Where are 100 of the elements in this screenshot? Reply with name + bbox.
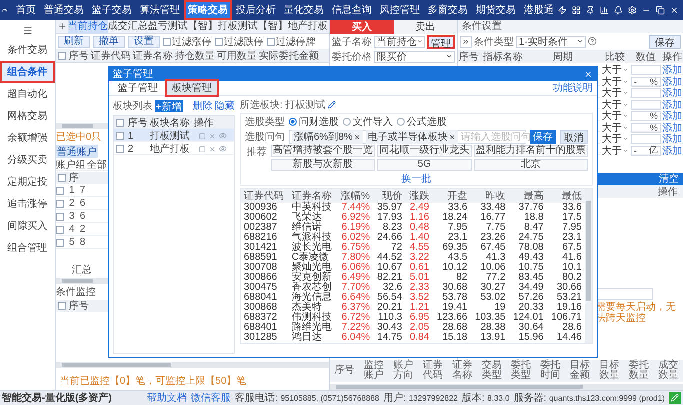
sidebar-item[interactable]: 定期定投	[0, 171, 55, 193]
add-link[interactable]: 添加	[662, 98, 683, 112]
query-tag[interactable]: 涨幅6%到8%	[292, 130, 363, 144]
radio-button[interactable]	[397, 118, 405, 126]
add-link[interactable]: 添加	[662, 109, 683, 123]
sidebar-item[interactable]: 组合管理	[0, 237, 55, 259]
cross-icon[interactable]	[209, 146, 216, 152]
tab[interactable]: 【智】打板测试	[188, 20, 258, 34]
pin-icon[interactable]	[586, 6, 595, 14]
add-link[interactable]: 添加	[662, 74, 683, 88]
sidebar-item[interactable]: 分级买卖	[0, 149, 55, 171]
save-button[interactable]: 保存	[649, 34, 681, 48]
value-field[interactable]: %	[631, 122, 661, 132]
nav-tab[interactable]: 首页	[12, 0, 40, 20]
lightning-icon[interactable]	[558, 6, 567, 14]
add-link[interactable]: 添加	[662, 144, 683, 158]
checkbox[interactable]	[116, 145, 124, 153]
compare-select[interactable]: 大于	[600, 122, 630, 132]
value-field[interactable]: - %	[631, 76, 661, 86]
sidebar-item[interactable]: 超自动化	[0, 83, 55, 105]
order-side-tab[interactable]: 卖出	[394, 20, 457, 34]
tab[interactable]: 【智】地产打板	[258, 20, 328, 34]
bar-chart-icon[interactable]	[600, 6, 609, 14]
suggestion-button[interactable]: 同花顺一级行业龙头	[377, 145, 472, 157]
manage-button[interactable]: 管理	[427, 34, 455, 48]
checkbox[interactable]	[56, 238, 64, 246]
radio-button[interactable]	[343, 118, 351, 126]
toolbar-button[interactable]: 撤单	[93, 36, 125, 48]
expand-icon[interactable]	[460, 36, 472, 48]
save-button[interactable]: 保存	[530, 130, 556, 144]
checkbox[interactable]	[58, 52, 66, 60]
checkbox[interactable]	[58, 302, 66, 310]
action-link[interactable]: 删除	[193, 99, 213, 113]
value-field[interactable]	[631, 134, 661, 144]
nav-tab[interactable]: 港股通	[520, 0, 558, 20]
account-tab[interactable]: 普通账户	[56, 145, 98, 158]
checkbox[interactable]	[215, 38, 223, 46]
checkbox[interactable]	[56, 212, 64, 220]
compare-select[interactable]: 大于	[600, 65, 630, 75]
checkbox[interactable]	[56, 186, 64, 194]
compare-select[interactable]: 大于	[600, 146, 630, 156]
nav-tab[interactable]: 投后分析	[232, 0, 280, 20]
add-link[interactable]: 添加	[662, 63, 683, 77]
add-link[interactable]: 添加	[662, 132, 683, 146]
checkbox[interactable]	[56, 200, 64, 208]
checkbox[interactable]	[116, 132, 124, 140]
compare-select[interactable]: 大于	[600, 88, 630, 98]
list-row[interactable]: 1 打板测试	[114, 129, 234, 142]
checkbox[interactable]	[56, 226, 64, 234]
nav-tab[interactable]: 策略交易	[184, 0, 232, 20]
sidebar-item[interactable]: 网格交易	[0, 105, 55, 127]
value-field[interactable]: %	[631, 111, 661, 121]
query-tag[interactable]: 电子或半导体板块	[366, 130, 458, 144]
restore-icon[interactable]	[656, 6, 665, 14]
nav-tab[interactable]: 算法管理	[136, 0, 184, 20]
scrollbar[interactable]	[56, 123, 108, 129]
basket-select[interactable]: 当前持仓	[374, 36, 425, 48]
sidebar-item[interactable]: 间隙买入	[0, 215, 55, 237]
nav-tab[interactable]: 普通交易	[40, 0, 88, 20]
eye-icon[interactable]	[219, 145, 227, 153]
nav-tab[interactable]: 期货交易	[472, 0, 520, 20]
add-link[interactable]: 添加	[662, 120, 683, 134]
checkbox[interactable]	[58, 174, 66, 182]
add-link[interactable]: 添加	[662, 86, 683, 100]
scrollbar[interactable]	[585, 189, 592, 343]
suggestion-button[interactable]: 5G	[377, 159, 472, 171]
refresh-link[interactable]: 换一批	[402, 172, 432, 184]
nav-tab[interactable]: 篮子交易	[88, 0, 136, 20]
toolbar-button[interactable]: 设置	[128, 36, 160, 48]
close-icon[interactable]	[670, 6, 679, 14]
add-button[interactable]: +新增	[155, 100, 183, 112]
sidebar-item[interactable]: 追击涨停	[0, 193, 55, 215]
nav-tab[interactable]: 风控管理	[376, 0, 424, 20]
sidebar-item[interactable]: 余额增强	[0, 127, 55, 149]
square-icon[interactable]	[199, 146, 206, 152]
sidebar-item[interactable]: 组合条件	[0, 61, 55, 83]
tab[interactable]: 篮子管理	[113, 81, 163, 95]
remove-icon[interactable]	[448, 134, 456, 140]
close-icon[interactable]	[584, 70, 593, 78]
compare-select[interactable]: 大于	[600, 134, 630, 144]
nav-tab[interactable]: 多窗交易	[424, 0, 472, 20]
scrollbar[interactable]	[330, 384, 683, 390]
bell-icon[interactable]	[614, 6, 623, 14]
tab[interactable]: 板块管理	[167, 81, 217, 95]
square-icon[interactable]	[199, 132, 206, 140]
value-field[interactable]: - 亿	[631, 146, 661, 156]
edit-button[interactable]	[669, 392, 681, 404]
grid-icon[interactable]	[572, 6, 581, 14]
compare-select[interactable]: 大于	[600, 100, 630, 110]
nav-tab[interactable]: 量化交易	[280, 0, 328, 20]
tab[interactable]: 当前持仓	[68, 20, 108, 34]
sidebar-item[interactable]: 条件交易	[0, 39, 55, 61]
price-select[interactable]: 限买价	[374, 50, 455, 62]
compare-select[interactable]: 大于	[600, 111, 630, 121]
value-field[interactable]	[631, 65, 661, 75]
settings-icon[interactable]	[628, 6, 637, 14]
checkbox[interactable]	[163, 38, 171, 46]
scrollbar[interactable]	[56, 278, 108, 284]
suggestion-button[interactable]: 高管增持被套个股一览	[271, 145, 376, 157]
cross-icon[interactable]	[209, 132, 216, 140]
